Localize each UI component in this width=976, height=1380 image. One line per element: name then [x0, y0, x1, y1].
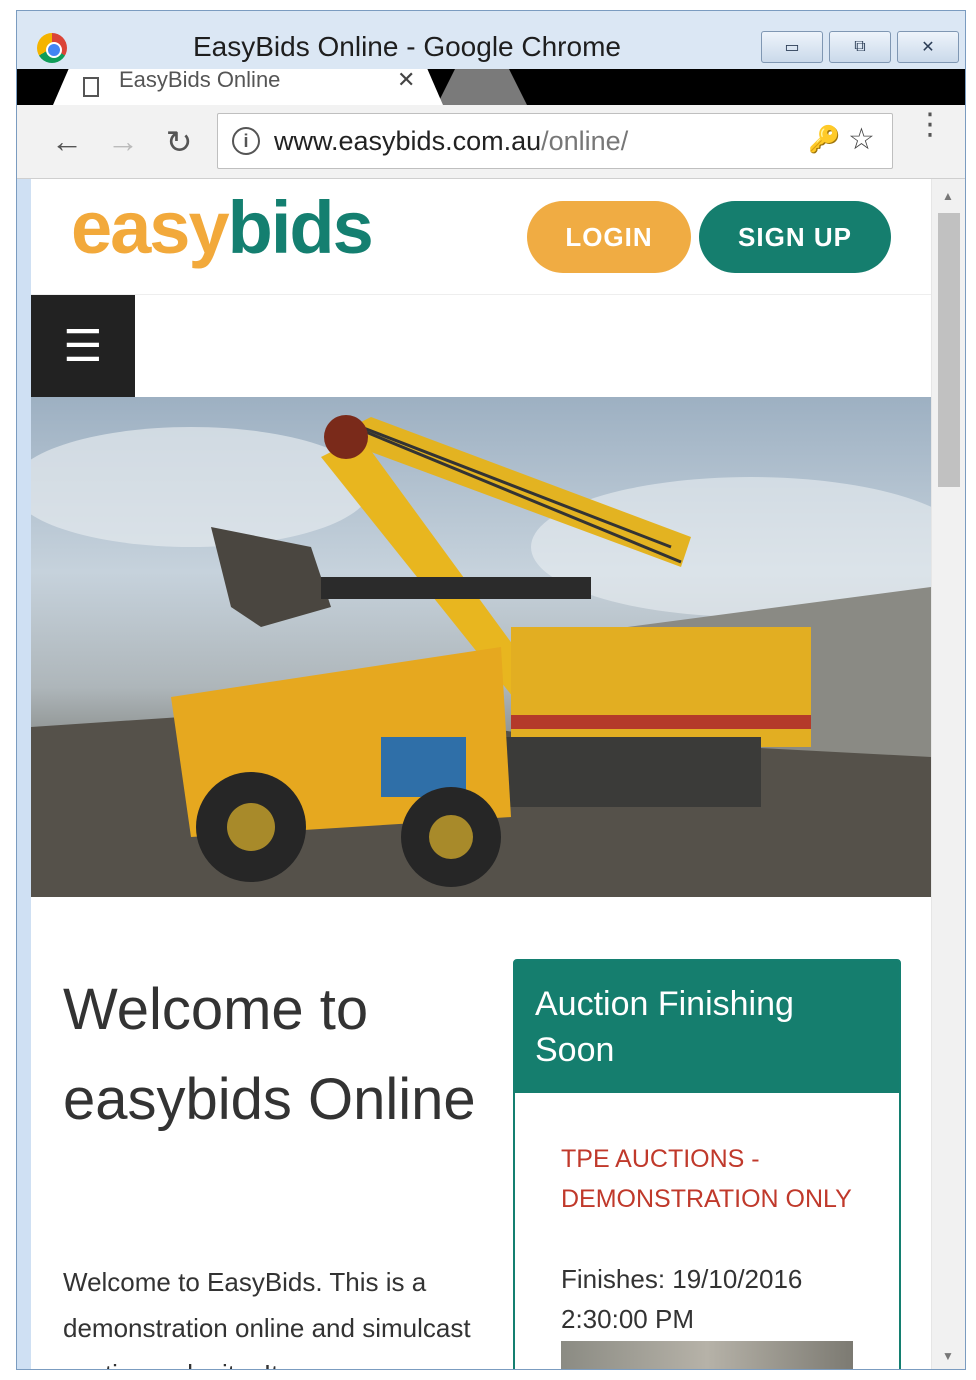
new-tab-button[interactable] — [437, 69, 527, 105]
easybids-logo[interactable]: easybids — [71, 185, 374, 270]
close-button[interactable]: ✕ — [897, 31, 959, 63]
url-text[interactable]: www.easybids.com.au/online/ — [274, 126, 628, 157]
reload-icon[interactable]: ↻ — [159, 123, 199, 161]
tab-strip: EasyBids Online ✕ — [17, 69, 965, 105]
restore-button[interactable]: ⧉ — [829, 31, 891, 63]
back-arrow-icon[interactable]: ← — [47, 123, 87, 160]
bookmark-star-icon[interactable]: ☆ — [848, 122, 875, 157]
chrome-logo-icon — [37, 33, 67, 63]
tab-close-icon[interactable]: ✕ — [397, 69, 415, 93]
info-icon[interactable]: i — [232, 127, 260, 155]
auction-card-heading: Auction Finishing Soon — [515, 961, 899, 1093]
address-bar[interactable]: i www.easybids.com.au/online/ 🔑 ☆ — [217, 113, 893, 169]
url-host: www.easybids.com.au — [274, 126, 542, 156]
auction-finishing-soon-card: Auction Finishing Soon TPE AUCTIONS - DE… — [513, 959, 901, 1369]
browser-window: EasyBids Online - Google Chrome ▭ ⧉ ✕ Ea… — [16, 10, 966, 1370]
document-icon — [83, 77, 99, 97]
auction-name-link[interactable]: TPE AUCTIONS - DEMONSTRATION ONLY — [561, 1139, 861, 1219]
minimize-button[interactable]: ▭ — [761, 31, 823, 63]
auction-thumbnail[interactable] — [561, 1341, 853, 1369]
key-icon[interactable]: 🔑 — [808, 124, 840, 155]
welcome-heading: Welcome to easybids Online — [63, 977, 476, 1132]
welcome-paragraph: Welcome to EasyBids. This is a demonstra… — [63, 1267, 471, 1369]
hero-illustration — [31, 415, 931, 897]
sign-up-button[interactable]: SIGN UP — [699, 201, 891, 273]
browser-toolbar: ← → ↻ i www.easybids.com.au/online/ 🔑 ☆ … — [17, 105, 965, 179]
scroll-thumb[interactable] — [938, 213, 960, 487]
scroll-down-icon[interactable]: ▼ — [942, 1349, 954, 1363]
tab-easybids-online[interactable]: EasyBids Online ✕ — [53, 69, 443, 105]
hamburger-menu-icon[interactable]: ☰ — [31, 295, 135, 397]
url-path: /online/ — [541, 126, 629, 156]
site-header: easybids LOGIN SIGN UP — [31, 179, 931, 295]
login-button[interactable]: LOGIN — [527, 201, 691, 273]
window-title: EasyBids Online - Google Chrome — [193, 31, 621, 62]
auction-finish-time: Finishes: 19/10/2016 2:30:00 PM — [561, 1264, 803, 1334]
chrome-menu-icon[interactable]: ⋮ — [915, 110, 945, 140]
hero-image-mining-equipment — [31, 397, 931, 897]
scroll-up-icon[interactable]: ▲ — [942, 189, 954, 203]
page-viewport: easybids LOGIN SIGN UP ☰ Welcome to easy… — [31, 179, 931, 1369]
logo-easy: easy — [71, 186, 230, 269]
vertical-scrollbar[interactable]: ▲ ▼ — [931, 179, 965, 1369]
forward-arrow-icon[interactable]: → — [103, 123, 143, 160]
title-bar: EasyBids Online - Google Chrome ▭ ⧉ ✕ — [17, 11, 965, 73]
logo-bids: bids — [227, 186, 374, 269]
tab-title: EasyBids Online — [119, 67, 281, 92]
